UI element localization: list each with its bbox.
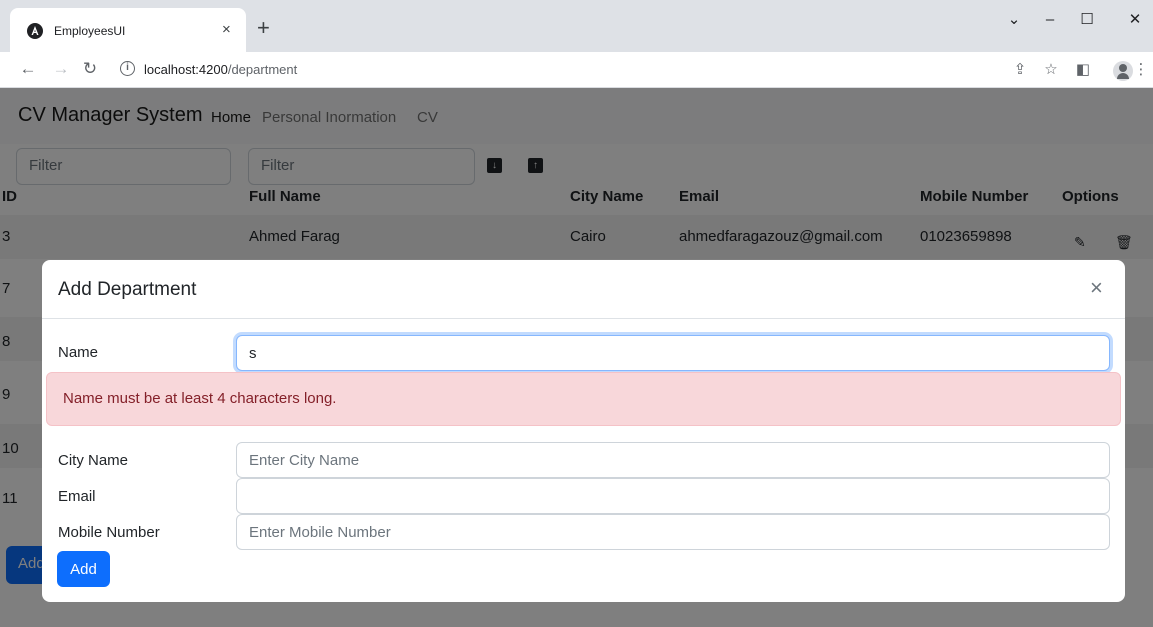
modal-title: Add Department (58, 279, 197, 300)
name-field[interactable] (236, 335, 1110, 371)
add-department-button[interactable]: Add (57, 551, 110, 587)
browser-tabstrip: EmployeesUI × + ⌄ – ☐ ✕ (0, 0, 1153, 52)
angular-icon (27, 23, 43, 39)
minimize-button[interactable]: – (1038, 10, 1062, 30)
url-text: localhost:4200/department (144, 62, 297, 77)
close-window-button[interactable]: ✕ (1123, 10, 1147, 30)
mobile-number-field[interactable] (236, 514, 1110, 550)
site-info-icon[interactable]: i (120, 61, 135, 76)
email-label: Email (58, 488, 96, 505)
add-department-modal: Add Department × Name Name must be at le… (42, 260, 1125, 602)
mobile-number-label: Mobile Number (58, 524, 160, 541)
browser-toolbar: ← → ↻ i localhost:4200/department ⇪ ☆ ◧ … (0, 52, 1153, 88)
menu-kebab-icon[interactable]: ⋮ (1131, 60, 1151, 80)
new-tab-button[interactable]: + (257, 17, 270, 39)
forward-icon[interactable]: → (51, 59, 71, 79)
tab-search-icon[interactable]: ⌄ (1002, 10, 1026, 30)
email-field[interactable] (236, 478, 1110, 514)
profile-avatar[interactable] (1113, 61, 1133, 81)
city-name-field[interactable] (236, 442, 1110, 478)
close-icon[interactable]: × (1090, 276, 1103, 300)
city-name-label: City Name (58, 452, 129, 469)
share-icon[interactable]: ⇪ (1010, 60, 1030, 80)
address-bar[interactable]: i localhost:4200/department (108, 57, 1008, 83)
url-path: /department (227, 62, 298, 77)
back-icon[interactable]: ← (18, 59, 38, 79)
name-label: Name (58, 344, 99, 361)
modal-header: Add Department × (42, 260, 1125, 319)
name-error-alert: Name must be at least 4 characters long. (46, 372, 1121, 426)
bookmark-star-icon[interactable]: ☆ (1041, 60, 1061, 80)
tab-title: EmployeesUI (54, 24, 126, 38)
browser-tab[interactable]: EmployeesUI × (10, 8, 246, 52)
maximize-button[interactable]: ☐ (1075, 10, 1099, 30)
side-panel-icon[interactable]: ◧ (1073, 60, 1093, 80)
tab-close-icon[interactable]: × (222, 21, 231, 39)
url-host: localhost:4200 (144, 62, 228, 77)
reload-icon[interactable]: ↻ (80, 59, 100, 79)
